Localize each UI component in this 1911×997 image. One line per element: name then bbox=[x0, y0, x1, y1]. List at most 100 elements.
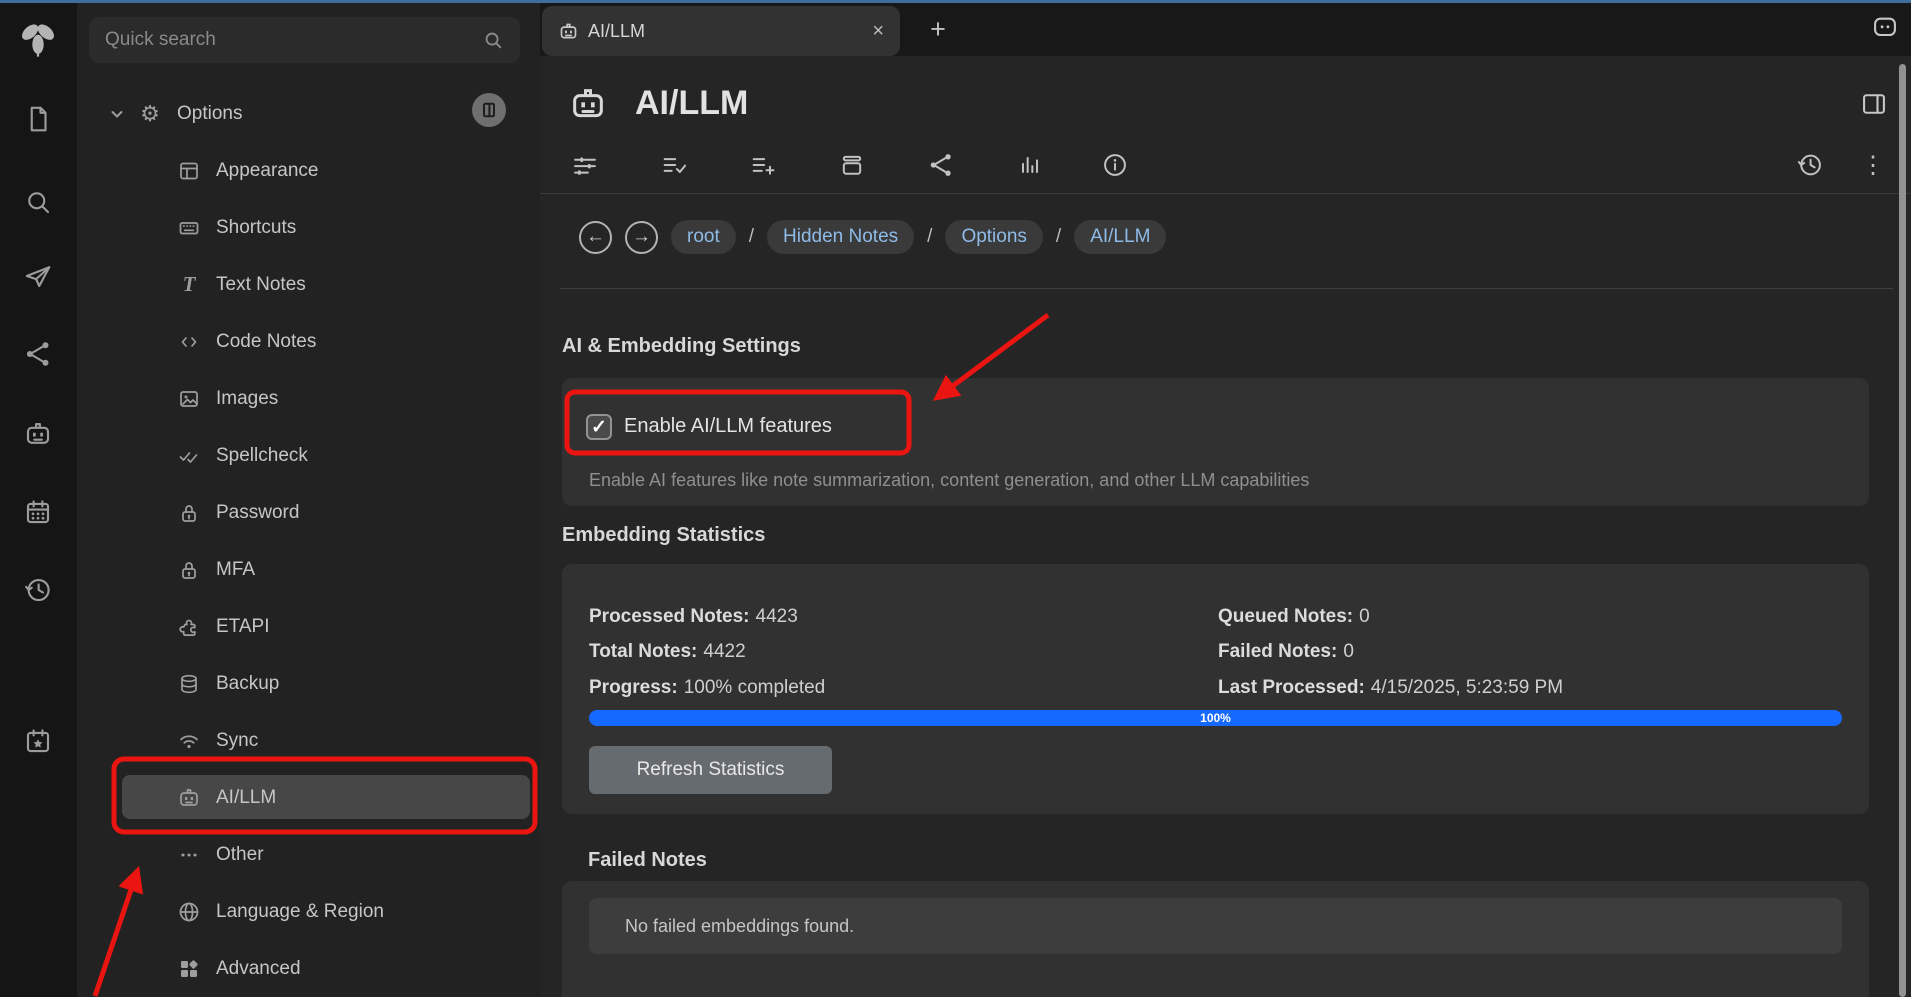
launcher-bar bbox=[0, 3, 77, 997]
ribbon-note-paths-button[interactable] bbox=[836, 149, 868, 181]
enable-ai-checkbox-label[interactable]: Enable AI/LLM features bbox=[624, 415, 832, 438]
ribbon-similar-notes-button[interactable] bbox=[1014, 149, 1046, 181]
tree-item-code-notes[interactable]: Code Notes bbox=[77, 313, 540, 370]
section-heading-ai-settings: AI & Embedding Settings bbox=[562, 335, 801, 358]
tree-item-language-region[interactable]: Language & Region bbox=[77, 883, 540, 940]
tree-item-appearance[interactable]: Appearance bbox=[77, 142, 540, 199]
ribbon-owned-attributes-button[interactable] bbox=[658, 149, 690, 181]
tree-item-options[interactable]: ⚙ Options bbox=[77, 85, 540, 142]
category-blocks-icon bbox=[176, 956, 202, 982]
stat-processed-notes: Processed Notes: 4423 bbox=[589, 606, 798, 628]
tree-item-other[interactable]: Other bbox=[77, 826, 540, 883]
share-graph-icon bbox=[23, 339, 53, 369]
window-top-accent-line bbox=[0, 0, 1911, 3]
enable-ai-checkbox[interactable]: ✓ bbox=[586, 414, 612, 440]
note-title[interactable]: AI/LLM bbox=[635, 84, 748, 123]
stat-value: 4/15/2025, 5:23:59 PM bbox=[1371, 677, 1563, 698]
today-button[interactable] bbox=[19, 722, 57, 760]
database-icon bbox=[176, 671, 202, 697]
robot-icon bbox=[568, 84, 608, 124]
stat-value: 4423 bbox=[756, 606, 798, 627]
clock-history-icon bbox=[1796, 151, 1824, 179]
breadcrumb-item-hidden-notes[interactable]: Hidden Notes bbox=[767, 220, 914, 254]
enable-ai-description: Enable AI features like note summarizati… bbox=[589, 470, 1309, 491]
tree-item-shortcuts[interactable]: Shortcuts bbox=[77, 199, 540, 256]
main-area: AI/LLM × + AI/LLM ⋮ ← → root / bbox=[540, 3, 1911, 997]
list-plus-icon bbox=[749, 151, 777, 179]
arrow-left-icon: ← bbox=[586, 226, 605, 248]
code-brackets-icon bbox=[176, 329, 202, 355]
failed-notes-empty-state: No failed embeddings found. bbox=[589, 898, 1842, 954]
ribbon-note-map-button[interactable] bbox=[925, 149, 957, 181]
progress-label: 100% bbox=[589, 711, 1842, 725]
section-heading-failed-notes: Failed Notes bbox=[588, 849, 707, 872]
stat-label: Last Processed: bbox=[1218, 677, 1365, 698]
tree-item-password[interactable]: Password bbox=[77, 484, 540, 541]
tree-item-label: Shortcuts bbox=[216, 217, 296, 239]
tree-item-mfa[interactable]: MFA bbox=[77, 541, 540, 598]
info-icon bbox=[1101, 151, 1129, 179]
tree-item-sync[interactable]: Sync bbox=[77, 712, 540, 769]
stat-value: 100% completed bbox=[684, 677, 826, 698]
list-check-icon bbox=[660, 151, 688, 179]
jump-to-note-button[interactable] bbox=[19, 257, 57, 295]
note-map-button[interactable] bbox=[19, 335, 57, 373]
ai-settings-card: ✓ Enable AI/LLM features Enable AI featu… bbox=[562, 378, 1869, 506]
stat-label: Processed Notes: bbox=[589, 606, 750, 627]
stat-failed-notes: Failed Notes:0 bbox=[1218, 641, 1354, 663]
nav-forward-button[interactable]: → bbox=[625, 221, 658, 254]
tree-item-etapi[interactable]: ETAPI bbox=[77, 598, 540, 655]
stat-value: 0 bbox=[1359, 606, 1370, 627]
double-check-icon bbox=[176, 443, 202, 469]
breadcrumb-item-root[interactable]: root bbox=[671, 220, 736, 254]
tree-item-backup[interactable]: Backup bbox=[77, 655, 540, 712]
chat-icon[interactable] bbox=[1871, 14, 1899, 42]
ai-chat-button[interactable] bbox=[19, 415, 57, 453]
tab-ai-llm[interactable]: AI/LLM × bbox=[542, 6, 900, 56]
tree-item-text-notes[interactable]: T Text Notes bbox=[77, 256, 540, 313]
calendar-button[interactable] bbox=[19, 493, 57, 531]
quick-search[interactable] bbox=[89, 17, 520, 63]
close-icon[interactable]: × bbox=[872, 20, 884, 43]
stat-label: Queued Notes: bbox=[1218, 606, 1353, 627]
tree-item-label: ETAPI bbox=[216, 616, 270, 638]
chevron-down-icon[interactable] bbox=[105, 102, 129, 126]
breadcrumb-separator: / bbox=[1056, 226, 1061, 248]
robot-icon bbox=[23, 419, 53, 449]
search-icon bbox=[23, 187, 53, 217]
vertical-scrollbar[interactable] bbox=[1899, 64, 1906, 997]
tree-item-label: Language & Region bbox=[216, 901, 384, 923]
new-tab-button[interactable]: + bbox=[922, 13, 954, 45]
tree-item-spellcheck[interactable]: Spellcheck bbox=[77, 427, 540, 484]
ribbon-note-info-button[interactable] bbox=[1099, 149, 1131, 181]
send-icon bbox=[23, 261, 53, 291]
stat-last-processed: Last Processed: 4/15/2025, 5:23:59 PM bbox=[1218, 677, 1563, 699]
tree-item-label: Code Notes bbox=[216, 331, 316, 353]
search-button[interactable] bbox=[19, 183, 57, 221]
tree-item-label: Sync bbox=[216, 730, 258, 752]
breadcrumb-separator: / bbox=[749, 226, 754, 248]
lock-icon bbox=[176, 500, 202, 526]
breadcrumb-item-ai-llm[interactable]: AI/LLM bbox=[1074, 220, 1166, 254]
right-panel-toggle-icon[interactable] bbox=[1860, 90, 1888, 118]
note-revisions-button[interactable] bbox=[1794, 149, 1826, 181]
stat-total-notes: Total Notes:4422 bbox=[589, 641, 746, 663]
tree-item-label: Password bbox=[216, 502, 299, 524]
embedding-progress-bar: 100% bbox=[589, 710, 1842, 726]
tree-item-ai-llm[interactable]: AI/LLM bbox=[77, 769, 540, 826]
tree-item-label: Spellcheck bbox=[216, 445, 308, 467]
tree-item-images[interactable]: Images bbox=[77, 370, 540, 427]
ribbon-inherited-attributes-button[interactable] bbox=[747, 149, 779, 181]
note-tree-panel: ⚙ Options Appearance Shortcuts T Text No… bbox=[77, 3, 540, 997]
recent-changes-button[interactable] bbox=[19, 571, 57, 609]
new-note-button[interactable] bbox=[19, 100, 57, 138]
calendar-star-icon bbox=[23, 726, 53, 756]
tree-item-advanced[interactable]: Advanced bbox=[77, 940, 540, 997]
refresh-statistics-button[interactable]: Refresh Statistics bbox=[589, 746, 832, 794]
nav-back-button[interactable]: ← bbox=[579, 221, 612, 254]
more-options-icon[interactable]: ⋮ bbox=[1857, 149, 1889, 181]
ribbon-basic-properties-button[interactable] bbox=[569, 149, 601, 181]
quick-search-input[interactable] bbox=[105, 29, 482, 51]
section-heading-embedding-statistics: Embedding Statistics bbox=[562, 524, 765, 547]
breadcrumb-item-options[interactable]: Options bbox=[945, 220, 1042, 254]
